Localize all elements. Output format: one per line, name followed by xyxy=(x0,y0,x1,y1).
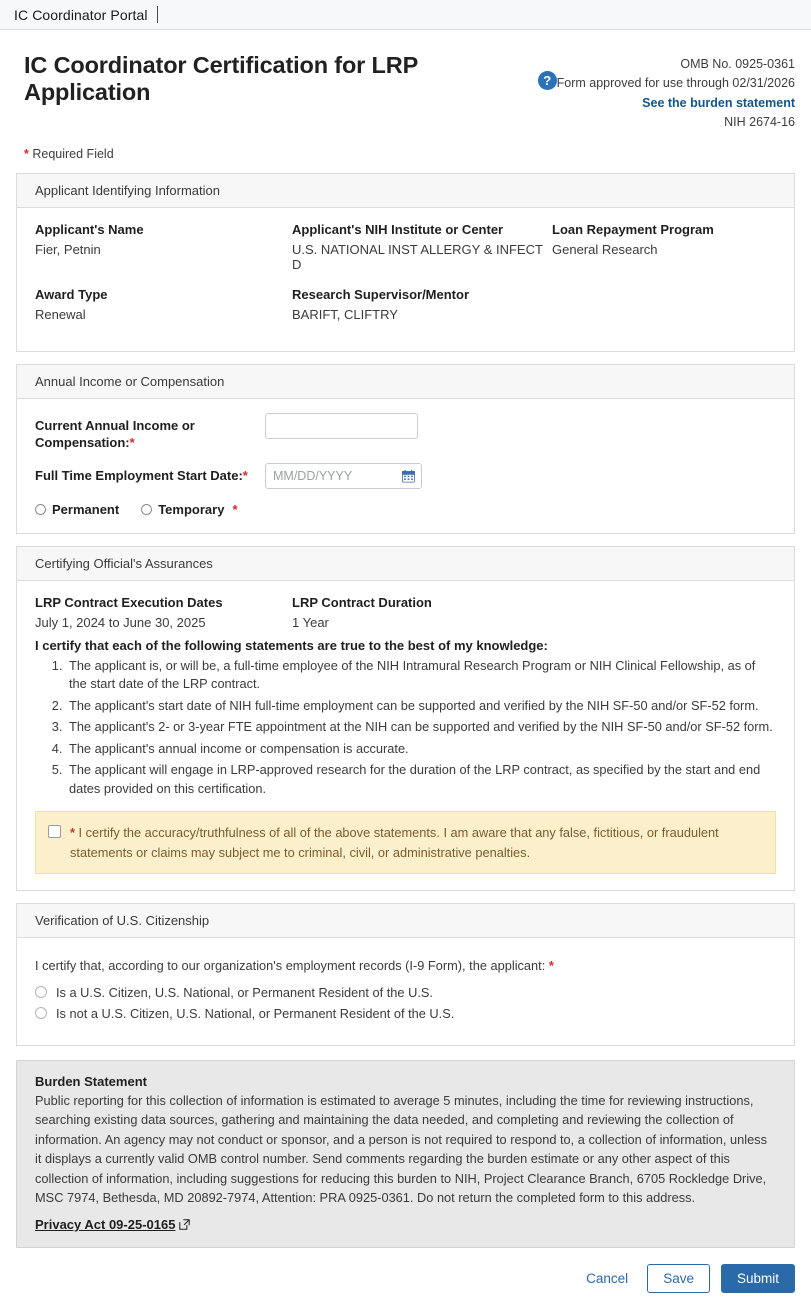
applicant-info-grid: Applicant's Name Applicant's NIH Institu… xyxy=(35,222,776,335)
burden-statement-text: Public reporting for this collection of … xyxy=(35,1092,767,1205)
loan-repayment-program-value: General Research xyxy=(552,241,658,257)
save-button[interactable]: Save xyxy=(647,1264,710,1294)
form-approved-through: Form approved for use through 02/31/2026 xyxy=(556,76,795,91)
assurance-statement-3: The applicant's 2- or 3-year FTE appoint… xyxy=(66,718,776,737)
date-input-wrapper xyxy=(265,462,422,489)
current-annual-income-input[interactable] xyxy=(265,412,418,439)
employment-type-radio-group: Permanent Temporary * xyxy=(35,500,776,517)
income-required-asterisk: * xyxy=(129,435,135,451)
privacy-act-link[interactable]: Privacy Act 09-25-0165 xyxy=(35,1217,191,1233)
citizenship-verification-card: Verification of U.S. Citizenship I certi… xyxy=(16,902,795,1046)
see-burden-statement-link[interactable]: See the burden statement xyxy=(642,96,795,110)
applicant-name-label: Applicant's Name xyxy=(35,221,144,237)
lrp-contract-grid: LRP Contract Execution Dates LRP Contrac… xyxy=(35,595,776,634)
external-link-icon xyxy=(179,1219,191,1231)
radio-is-citizen[interactable] xyxy=(35,986,47,999)
portal-title: IC Coordinator Portal xyxy=(14,6,148,23)
employment-start-date-label-text: Full Time Employment Start Date: xyxy=(35,467,243,483)
lrp-contract-dates-label: LRP Contract Execution Dates xyxy=(35,594,223,610)
privacy-act-link-label: Privacy Act 09-25-0165 xyxy=(35,1217,176,1233)
current-annual-income-label-text: Current Annual Income or Compensation: xyxy=(35,417,195,451)
required-field-label: Required Field xyxy=(32,146,114,161)
submit-button[interactable]: Submit xyxy=(720,1264,795,1294)
applicant-ic-value: U.S. NATIONAL INST ALLERGY & INFECT D xyxy=(292,241,543,272)
citizenship-required-asterisk: * xyxy=(548,957,554,973)
employment-start-date-row: Full Time Employment Start Date:* xyxy=(35,462,776,489)
lrp-contract-dates-value: July 1, 2024 to June 30, 2025 xyxy=(35,614,206,630)
loan-repayment-program-label: Loan Repayment Program xyxy=(552,221,714,237)
current-annual-income-label: Current Annual Income or Compensation:* xyxy=(35,413,265,452)
radio-is-citizen-label[interactable]: Is a U.S. Citizen, U.S. National, or Per… xyxy=(56,985,433,1000)
applicant-identifying-information-card: Applicant Identifying Information Applic… xyxy=(16,172,795,352)
applicant-name-value: Fier, Petnin xyxy=(35,241,101,257)
form-action-footer: Cancel Save Submit xyxy=(0,1248,811,1307)
employment-type-required-asterisk: * xyxy=(232,501,238,517)
omb-number: OMB No. 0925-0361 xyxy=(680,57,795,71)
attestation-box: * I certify the accuracy/truthfulness of… xyxy=(35,811,776,874)
radio-is-not-citizen[interactable] xyxy=(35,1007,47,1020)
assurance-statements-list: The applicant is, or will be, a full-tim… xyxy=(35,657,776,799)
assurance-statement-5: The applicant will engage in LRP-approve… xyxy=(66,761,776,798)
attestation-checkbox[interactable] xyxy=(48,825,61,839)
page-title-text: IC Coordinator Certification for LRP App… xyxy=(24,52,418,106)
start-date-required-asterisk: * xyxy=(242,467,248,483)
required-asterisk: * xyxy=(24,146,29,161)
applicant-ic-label: Applicant's NIH Institute or Center xyxy=(292,221,504,237)
award-type-label: Award Type xyxy=(35,286,108,302)
citizenship-option-no[interactable]: Is not a U.S. Citizen, U.S. National, or… xyxy=(35,1006,776,1021)
assurance-statement-4: The applicant's annual income or compens… xyxy=(66,740,776,759)
annual-income-card: Annual Income or Compensation Current An… xyxy=(16,363,795,534)
radio-permanent-label[interactable]: Permanent xyxy=(52,502,119,517)
cancel-button[interactable]: Cancel xyxy=(578,1265,636,1292)
research-supervisor-label: Research Supervisor/Mentor xyxy=(292,286,470,302)
radio-temporary[interactable] xyxy=(141,503,153,515)
research-supervisor-value: BARIFT, CLIFTRY xyxy=(292,306,398,322)
award-type-value: Renewal xyxy=(35,306,86,322)
citizenship-section-heading: Verification of U.S. Citizenship xyxy=(17,903,794,938)
applicant-info-spacer-value xyxy=(552,307,776,335)
certifying-official-assurances-card: Certifying Official's Assurances LRP Con… xyxy=(16,545,795,891)
assurances-section-body: LRP Contract Execution Dates LRP Contrac… xyxy=(17,581,794,890)
income-section-body: Current Annual Income or Compensation:* … xyxy=(17,399,794,533)
citizenship-lead-text: I certify that, according to our organiz… xyxy=(35,957,546,973)
burden-statement-title: Burden Statement xyxy=(35,1073,147,1089)
portal-bar: IC Coordinator Portal xyxy=(0,0,811,30)
page-header: IC Coordinator Certification for LRP App… xyxy=(0,30,811,133)
attestation-text-wrapper: * I certify the accuracy/truthfulness of… xyxy=(70,823,762,861)
income-section-heading: Annual Income or Compensation xyxy=(17,364,794,399)
lrp-contract-duration-value: 1 Year xyxy=(292,614,329,630)
help-icon[interactable]: ? xyxy=(537,70,557,90)
omb-info-block: OMB No. 0925-0361 Form approved for use … xyxy=(557,52,795,133)
text-cursor xyxy=(156,6,158,23)
employment-start-date-label: Full Time Employment Start Date:* xyxy=(35,463,265,485)
assurance-statement-1: The applicant is, or will be, a full-tim… xyxy=(66,657,776,694)
applicant-section-heading: Applicant Identifying Information xyxy=(17,173,794,208)
radio-is-not-citizen-label[interactable]: Is not a U.S. Citizen, U.S. National, or… xyxy=(56,1006,454,1021)
assurance-statement-2: The applicant's start date of NIH full-t… xyxy=(66,697,776,716)
assurances-section-heading: Certifying Official's Assurances xyxy=(17,546,794,581)
lrp-contract-duration-label: LRP Contract Duration xyxy=(292,594,432,610)
attestation-text: I certify the accuracy/truthfulness of a… xyxy=(70,825,719,860)
citizenship-option-yes[interactable]: Is a U.S. Citizen, U.S. National, or Per… xyxy=(35,985,776,1000)
citizenship-section-body: I certify that, according to our organiz… xyxy=(17,938,794,1045)
radio-permanent[interactable] xyxy=(35,503,46,515)
required-field-note: * Required Field xyxy=(0,133,811,161)
employment-start-date-input[interactable] xyxy=(265,462,422,489)
citizenship-lead-text-wrapper: I certify that, according to our organiz… xyxy=(35,958,776,973)
attestation-required-asterisk: * xyxy=(70,825,75,841)
form-id: NIH 2674-16 xyxy=(724,115,795,130)
radio-temporary-label[interactable]: Temporary xyxy=(158,502,224,517)
applicant-section-body: Applicant's Name Applicant's NIH Institu… xyxy=(17,208,794,351)
current-annual-income-row: Current Annual Income or Compensation:* xyxy=(35,412,776,452)
applicant-info-spacer-label xyxy=(552,287,776,305)
page-title: IC Coordinator Certification for LRP App… xyxy=(24,52,557,106)
certify-lead-text: I certify that each of the following sta… xyxy=(35,637,548,653)
burden-statement-box: Burden Statement Public reporting for th… xyxy=(16,1059,795,1249)
calendar-icon[interactable] xyxy=(402,469,415,483)
